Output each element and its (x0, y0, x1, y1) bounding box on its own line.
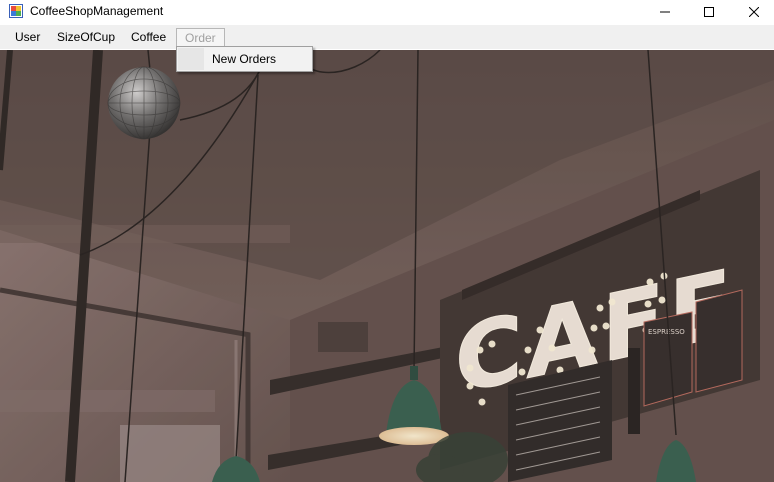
menu-item-new-orders[interactable]: New Orders (212, 52, 276, 66)
minimize-button[interactable] (642, 0, 688, 24)
window-title: CoffeeShopManagement (30, 4, 164, 18)
dropdown-icon-gutter (178, 48, 204, 70)
close-icon (749, 7, 759, 17)
close-button[interactable] (731, 0, 774, 24)
order-dropdown-menu: New Orders (176, 46, 313, 72)
background-image: CAFE ESPRESSO (0, 50, 774, 482)
title-bar: CoffeeShopManagement (0, 0, 774, 24)
maximize-icon (704, 7, 714, 17)
menu-size-of-cup[interactable]: SizeOfCup (51, 28, 121, 48)
maximize-button[interactable] (686, 0, 732, 24)
app-icon (9, 4, 23, 18)
menu-coffee[interactable]: Coffee (125, 28, 172, 48)
menu-user[interactable]: User (9, 28, 46, 48)
cafe-photo: CAFE ESPRESSO (0, 50, 774, 482)
menu-bar: User SizeOfCup Coffee Order (0, 25, 774, 49)
minimize-icon (660, 11, 670, 13)
